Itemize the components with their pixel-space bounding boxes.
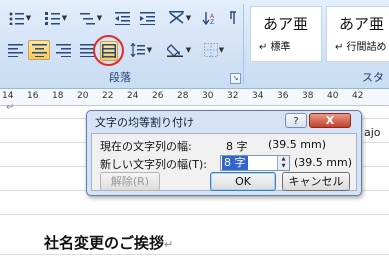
chevron-down-icon: ▼ xyxy=(25,14,32,22)
document-heading[interactable]: 社名変更のご挨拶↵ xyxy=(44,232,173,253)
spin-buttons[interactable]: ▲ ▼ xyxy=(277,156,289,170)
ruler-tick: 30 xyxy=(202,91,214,101)
borders-button[interactable]: ▼ xyxy=(199,40,229,60)
ruler-tick: 14 xyxy=(2,91,14,101)
highlight-annotation-circle xyxy=(93,35,124,66)
sort-icon: AZ xyxy=(202,12,215,25)
align-left-button[interactable] xyxy=(4,40,26,60)
decrease-indent-button[interactable] xyxy=(112,8,134,28)
ruler-tick: 36 xyxy=(277,91,289,101)
group-divider xyxy=(243,4,244,84)
ribbon: ▼ ▼ ▼ ▼ AZ ▼ ▼ ▼ 段落 ↘ あア亜 ↵ 標準 あア亜 ↵ 行間詰… xyxy=(0,0,389,89)
decrease-indent-icon xyxy=(115,12,130,25)
text-line xyxy=(0,254,389,255)
paragraph-mark-icon: ↵ xyxy=(164,238,174,251)
ruler-tick: 16 xyxy=(27,91,39,101)
asian-layout-icon xyxy=(168,11,184,24)
sort-button[interactable]: AZ xyxy=(199,8,219,28)
ruler-tick: 40 xyxy=(327,91,339,101)
style-name: ↵ 行間詰め xyxy=(335,42,387,53)
ruler-tick: 22 xyxy=(102,91,114,101)
dialog-launcher-button[interactable]: ↘ xyxy=(230,73,241,84)
current-width-mm: (39.5 mm) xyxy=(268,138,327,151)
ruler-tick: 24 xyxy=(127,91,139,101)
dialog-title: 文字の均等割り付け xyxy=(95,116,194,129)
current-width-value: 8 字 xyxy=(226,140,248,153)
cancel-button[interactable]: キャンセル xyxy=(282,172,350,191)
multilevel-list-icon xyxy=(79,13,95,25)
paragraph-mark: ↵ xyxy=(6,102,15,113)
line-spacing-button[interactable]: ▼ xyxy=(126,40,156,60)
increase-indent-button[interactable] xyxy=(137,8,159,28)
bullets-button[interactable]: ▼ xyxy=(4,8,36,28)
align-center-icon xyxy=(31,43,47,57)
bullet-list-icon xyxy=(9,12,24,25)
show-marks-button[interactable] xyxy=(224,8,240,28)
chevron-down-icon: ▼ xyxy=(96,14,103,22)
multilevel-list-button[interactable]: ▼ xyxy=(76,8,106,28)
dialog-body: 現在の文字列の幅: 8 字 (39.5 mm) 新しい文字列の幅(T): 8 字… xyxy=(91,133,357,191)
partial-text: ajo xyxy=(364,126,381,139)
remove-button[interactable]: 解除(R) xyxy=(100,172,160,191)
current-width-label: 現在の文字列の幅: xyxy=(100,140,192,153)
spin-up-icon[interactable]: ▲ xyxy=(278,156,289,163)
asian-layout-button[interactable]: ▼ xyxy=(164,8,196,28)
ruler-tick: 20 xyxy=(77,91,89,101)
paragraph-mark-icon xyxy=(230,11,236,24)
ruler-tick: 32 xyxy=(227,91,239,101)
line-spacing-icon xyxy=(130,43,145,57)
chevron-down-icon: ▼ xyxy=(218,46,225,54)
ruler-tick: 34 xyxy=(252,91,264,101)
align-right-button[interactable] xyxy=(52,40,74,60)
shading-button[interactable]: ▼ xyxy=(162,40,196,60)
align-left-icon xyxy=(7,43,23,57)
ok-button[interactable]: OK xyxy=(210,172,276,191)
chevron-down-icon: ▼ xyxy=(146,46,153,54)
text-line xyxy=(0,214,389,215)
style-name: ↵ 標準 xyxy=(259,42,291,53)
new-width-label: 新しい文字列の幅(T): xyxy=(100,158,208,171)
ruler-tick: 18 xyxy=(52,91,64,101)
horizontal-ruler[interactable]: 14 16 18 20 22 24 26 28 30 32 34 36 38 4… xyxy=(0,89,389,106)
ruler-tick: 28 xyxy=(177,91,189,101)
paint-bucket-icon xyxy=(166,44,183,57)
align-right-icon xyxy=(55,43,71,57)
help-button[interactable]: ? xyxy=(285,113,307,128)
numbered-list-icon xyxy=(44,12,60,25)
chevron-down-icon: ▼ xyxy=(185,14,192,22)
styles-group-label: スタ xyxy=(362,71,384,84)
distribute-text-dialog: 文字の均等割り付け ? X 現在の文字列の幅: 8 字 (39.5 mm) 新し… xyxy=(86,110,362,196)
svg-text:Z: Z xyxy=(210,19,214,25)
increase-indent-icon xyxy=(140,12,155,25)
heading-text: 社名変更のご挨拶 xyxy=(44,234,165,252)
style-tile-no-spacing[interactable]: あア亜 ↵ 行間詰め xyxy=(326,6,389,62)
spin-down-icon[interactable]: ▼ xyxy=(278,163,289,170)
new-width-input[interactable]: 8 字 xyxy=(222,156,248,170)
close-button[interactable]: X xyxy=(309,113,351,128)
border-icon xyxy=(203,43,218,57)
align-center-button[interactable] xyxy=(28,40,50,60)
new-width-mm: (39.5 mm) xyxy=(294,156,353,169)
ruler-tick: 26 xyxy=(152,91,164,101)
new-width-stepper[interactable]: 8 字 ▲ ▼ xyxy=(220,155,290,171)
chevron-down-icon: ▼ xyxy=(61,14,68,22)
numbering-button[interactable]: ▼ xyxy=(40,8,72,28)
style-preview: あア亜 xyxy=(263,15,309,33)
ruler-tick: 42 xyxy=(352,91,364,101)
style-preview: あア亜 xyxy=(339,15,385,33)
style-tile-normal[interactable]: あア亜 ↵ 標準 xyxy=(250,6,322,62)
paragraph-group-label: 段落 xyxy=(109,71,131,84)
ruler-tick: 38 xyxy=(302,91,314,101)
chevron-down-icon: ▼ xyxy=(185,46,192,54)
